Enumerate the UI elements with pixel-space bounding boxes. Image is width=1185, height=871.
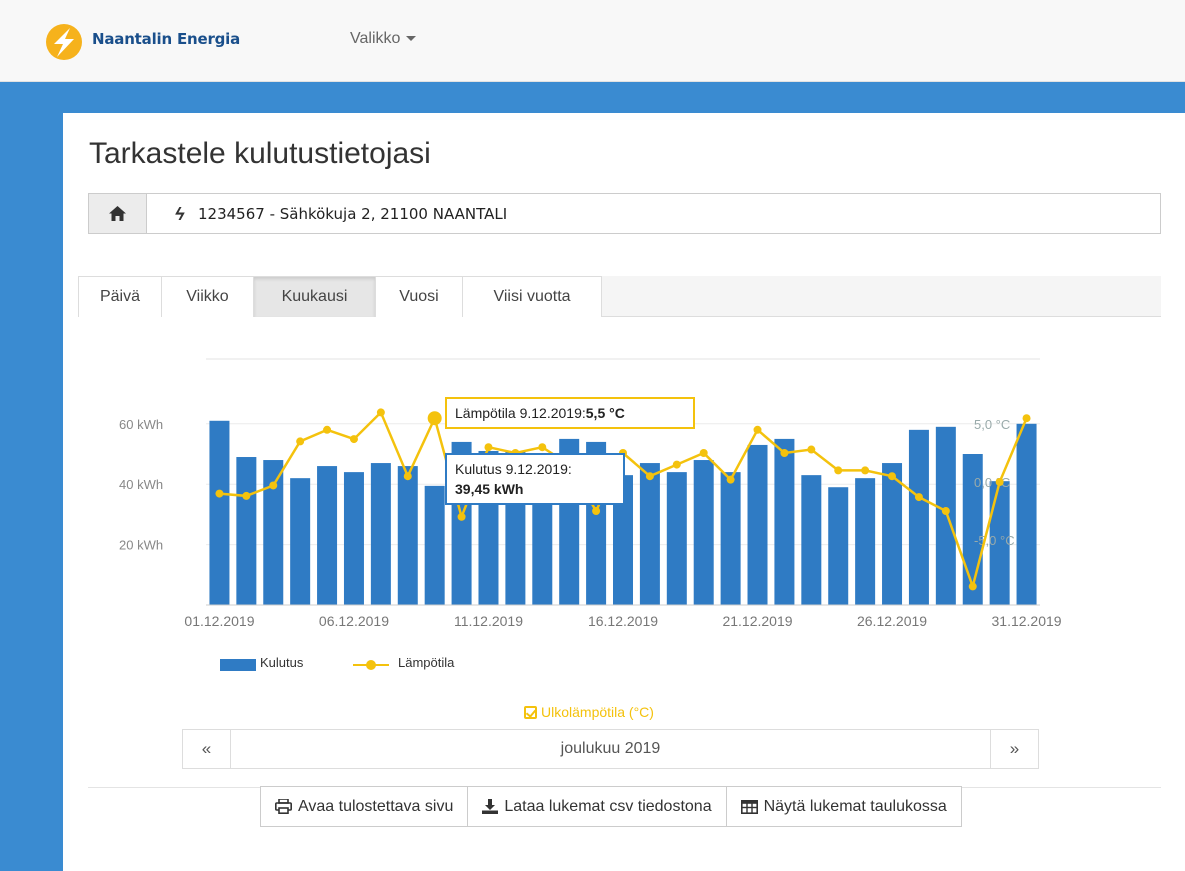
temperature-point[interactable] [592, 507, 601, 515]
temperature-point[interactable] [457, 512, 466, 521]
x-axis-tick-label: 16.12.2019 [588, 613, 658, 629]
temperature-point[interactable] [427, 411, 442, 426]
temperature-point[interactable] [215, 489, 224, 498]
consumption-bar[interactable] [370, 463, 391, 605]
temperature-point[interactable] [699, 449, 708, 457]
outdoor-temperature-label: Ulkolämpötila (°C) [541, 704, 654, 720]
temperature-point[interactable] [807, 445, 816, 454]
y-axis-left-tick-label: 60 kWh [119, 417, 163, 432]
temperature-point[interactable] [753, 425, 762, 434]
y-axis-right-tick-label: -5,0 °C [974, 533, 1015, 548]
temperature-point[interactable] [995, 478, 1004, 486]
y-axis-right-tick-label: 0,0 °C [974, 475, 1010, 490]
legend-consumption-label[interactable]: Kulutus [260, 655, 303, 670]
current-period-label: joulukuu 2019 [560, 740, 661, 757]
download-csv-button[interactable]: Lataa lukemat csv tiedostona [468, 787, 727, 826]
temperature-point[interactable] [645, 472, 654, 481]
consumption-bar[interactable] [290, 478, 311, 605]
action-button-group: Avaa tulostettava sivu Lataa lukemat csv… [260, 786, 962, 827]
consumption-bar[interactable] [774, 438, 795, 605]
temperature-point[interactable] [269, 481, 278, 490]
consumption-bar[interactable] [801, 475, 822, 605]
x-axis-tick-label: 06.12.2019 [319, 613, 389, 629]
temperature-point[interactable] [323, 425, 332, 434]
consumption-bar[interactable] [693, 460, 714, 605]
x-axis-tick-label: 26.12.2019 [857, 613, 927, 629]
naantalin-energia-logo-icon[interactable] [44, 22, 84, 62]
temperature-point[interactable] [1022, 414, 1031, 423]
consumption-bar[interactable] [1016, 423, 1037, 605]
consumption-bar[interactable] [908, 429, 929, 605]
temperature-point[interactable] [403, 472, 412, 481]
temperature-point[interactable] [861, 466, 870, 475]
consumption-bar[interactable] [236, 457, 257, 605]
table-icon [740, 799, 758, 814]
print-icon [275, 799, 292, 814]
next-period-button[interactable]: » [990, 730, 1038, 768]
main-menu-label: Valikko [350, 30, 401, 47]
period-pager: « joulukuu 2019 » [182, 729, 1039, 769]
legend-temperature-dot [366, 660, 376, 670]
consumption-tooltip-label: Kulutus 9.12.2019: [455, 461, 572, 477]
consumption-bar[interactable] [666, 472, 687, 605]
temperature-point[interactable] [834, 466, 843, 475]
temperature-point[interactable] [242, 491, 251, 500]
temperature-tooltip-text: Lämpötila 9.12.2019:5,5 °C [455, 405, 625, 421]
consumption-chart: 20 kWh 40 kWh 60 kWh -5,0 °C 0,0 °C 5,0 °C 01.… [119, 358, 1062, 629]
temperature-point[interactable] [296, 437, 305, 446]
consumption-bar[interactable] [317, 466, 338, 605]
y-axis-left-tick-label: 20 kWh [119, 538, 163, 553]
consumption-bar[interactable] [639, 463, 660, 605]
x-axis-tick-label: 31.12.2019 [992, 613, 1062, 629]
temperature-point[interactable] [484, 443, 493, 452]
consumption-bar[interactable] [397, 466, 418, 605]
consumption-bar[interactable] [855, 478, 876, 605]
consumption-bar[interactable] [343, 472, 364, 605]
consumption-bar[interactable] [209, 420, 230, 605]
temperature-point[interactable] [376, 408, 385, 417]
download-csv-label: Lataa lukemat csv tiedostona [504, 798, 712, 815]
checkbox-checked-icon [524, 705, 537, 719]
consumption-bar[interactable] [424, 485, 445, 605]
temperature-point[interactable] [968, 582, 977, 591]
temperature-point[interactable] [538, 443, 547, 452]
consumption-bar[interactable] [935, 426, 956, 605]
download-icon [482, 799, 499, 814]
consumption-bar[interactable] [747, 444, 768, 605]
y-axis-left-tick-label: 40 kWh [119, 477, 163, 492]
temperature-point[interactable] [349, 435, 358, 444]
consumption-bar[interactable] [720, 472, 741, 605]
outdoor-temperature-toggle[interactable]: Ulkolämpötila (°C) [524, 704, 654, 720]
temperature-point[interactable] [726, 475, 735, 484]
consumption-bar[interactable] [882, 463, 903, 605]
print-page-button[interactable]: Avaa tulostettava sivu [261, 787, 469, 826]
content-panel: Tarkastele kulutustietojasi ϟ 1234567 - … [63, 113, 1185, 871]
legend-consumption-swatch[interactable] [220, 659, 256, 671]
print-page-label: Avaa tulostettava sivu [298, 798, 454, 815]
temperature-point[interactable] [780, 449, 789, 457]
main-menu-dropdown[interactable]: Valikko [350, 30, 417, 48]
x-axis-tick-label: 21.12.2019 [722, 613, 792, 629]
top-navbar: Naantalin Energia Valikko [0, 0, 1185, 82]
temperature-point[interactable] [941, 507, 950, 515]
temperature-point[interactable] [914, 493, 923, 502]
previous-period-button[interactable]: « [183, 730, 231, 768]
x-axis-tick-label: 01.12.2019 [184, 613, 254, 629]
consumption-bar[interactable] [828, 487, 849, 605]
legend-temperature-label[interactable]: Lämpötila [398, 655, 454, 670]
caret-down-icon [406, 36, 417, 42]
temperature-point[interactable] [888, 472, 897, 481]
x-axis-tick-label: 11.12.2019 [454, 613, 523, 629]
brand-name[interactable]: Naantalin Energia [92, 30, 240, 48]
temperature-point[interactable] [672, 460, 681, 469]
show-table-button[interactable]: Näytä lukemat taulukossa [727, 787, 961, 826]
consumption-tooltip-value: 39,45 kWh [455, 481, 523, 497]
y-axis-right-tick-label: 5,0 °C [974, 417, 1010, 432]
show-table-label: Näytä lukemat taulukossa [763, 798, 947, 815]
